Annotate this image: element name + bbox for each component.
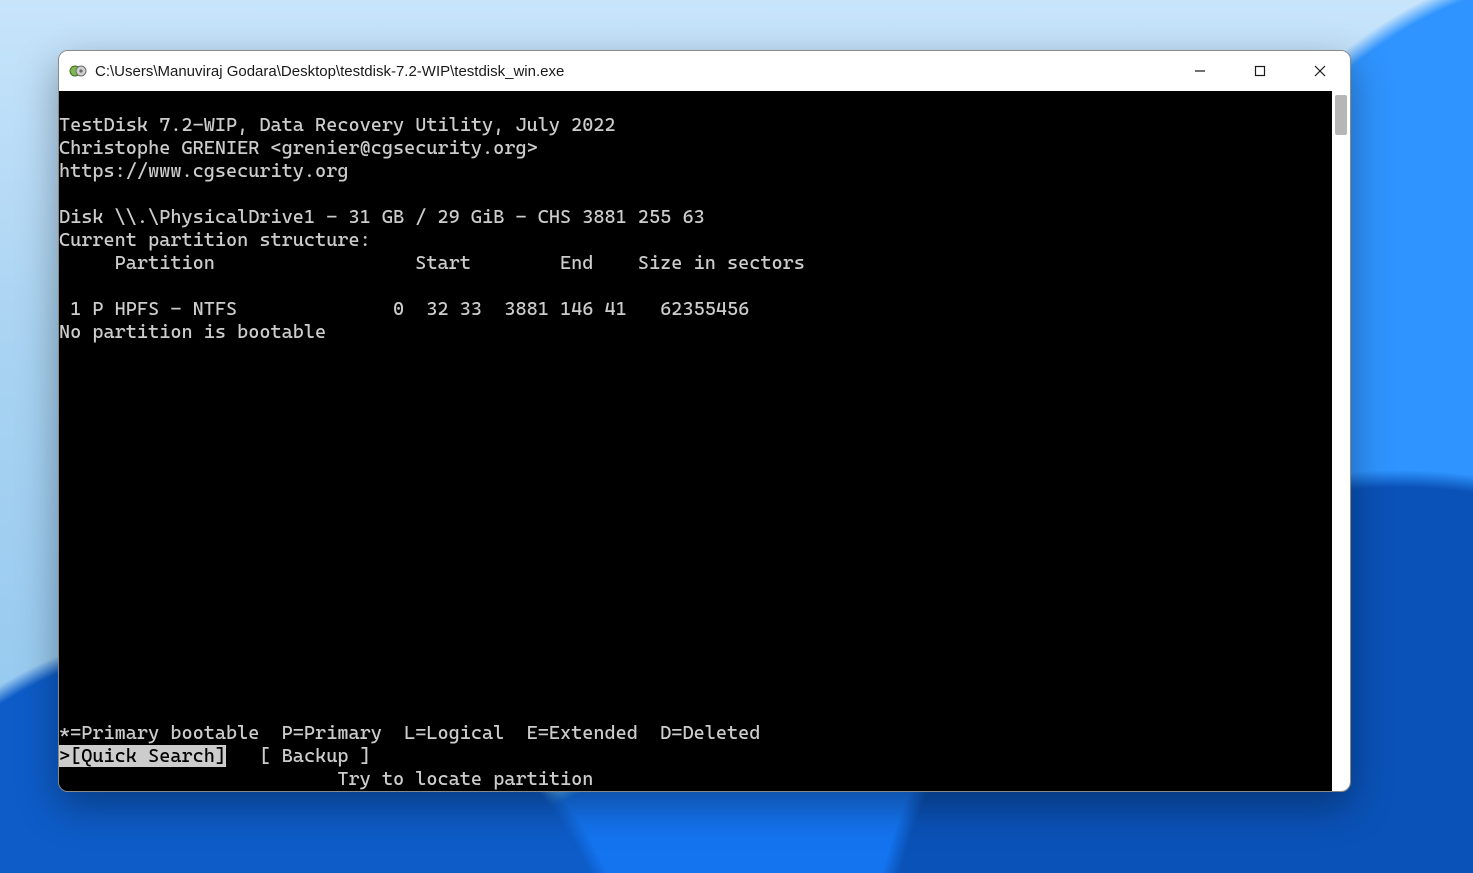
titlebar[interactable]: C:\Users\Manuviraj Godara\Desktop\testdi… [59,51,1350,91]
menu-backup[interactable]: [ Backup ] [259,745,370,767]
minimize-button[interactable] [1170,51,1230,91]
close-button[interactable] [1290,51,1350,91]
partition-row-1: 1 P HPFS - NTFS 0 32 33 3881 146 41 6235… [59,298,749,320]
app-window: C:\Users\Manuviraj Godara\Desktop\testdi… [58,50,1351,792]
window-controls [1170,51,1350,91]
menu-line: >[Quick Search] [ Backup ] [59,745,371,767]
hint-line: Try to locate partition [59,768,593,790]
legend-line: *=Primary bootable P=Primary L=Logical E… [59,722,760,744]
partition-columns-header: Partition Start End Size in sectors [59,252,805,274]
minimize-icon [1194,65,1206,77]
scrollbar-thumb[interactable] [1335,95,1347,135]
no-bootable-msg: No partition is bootable [59,321,326,343]
disk-info-line: Disk \\.\PhysicalDrive1 - 31 GB / 29 GiB… [59,206,705,228]
close-icon [1314,65,1326,77]
scrollbar[interactable] [1332,91,1350,791]
window-title: C:\Users\Manuviraj Godara\Desktop\testdi… [95,63,1170,80]
terminal-output[interactable]: TestDisk 7.2-WIP, Data Recovery Utility,… [59,91,1332,791]
header-line-2: Christophe GRENIER <grenier@cgsecurity.o… [59,137,538,159]
menu-quick-search[interactable]: >[Quick Search] [59,745,226,767]
structure-label: Current partition structure: [59,229,371,251]
maximize-button[interactable] [1230,51,1290,91]
app-icon [69,62,87,80]
header-line-1: TestDisk 7.2-WIP, Data Recovery Utility,… [59,114,616,136]
header-line-3: https://www.cgsecurity.org [59,160,348,182]
maximize-icon [1254,65,1266,77]
